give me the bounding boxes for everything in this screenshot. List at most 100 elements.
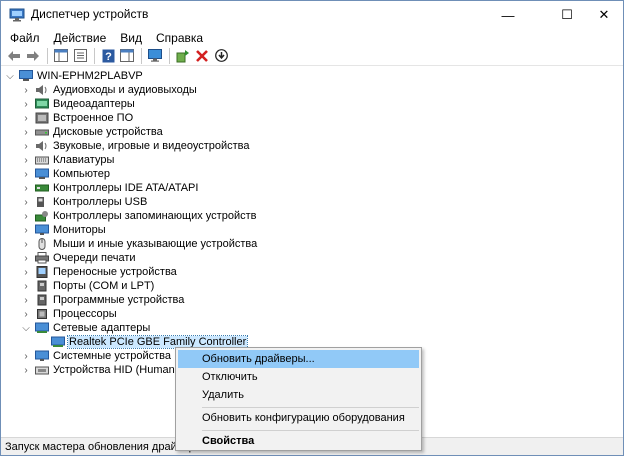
- tree-item-label: Переносные устройства: [53, 266, 177, 278]
- menu-separator: [202, 407, 419, 408]
- tree-item-audio-io[interactable]: › Аудиовходы и аудиовыходы: [21, 83, 198, 97]
- menu-item-disable[interactable]: Отключить: [178, 368, 419, 386]
- menu-view[interactable]: Вид: [113, 29, 149, 47]
- minimize-button[interactable]: —: [485, 1, 531, 29]
- menu-separator: [202, 430, 419, 431]
- tree-item-sound[interactable]: › Звуковые, игровые и видеоустройства: [21, 139, 251, 153]
- expand-chevron-icon[interactable]: ›: [21, 139, 31, 153]
- tree-item-network-adapters[interactable]: ⌵ Сетевые адаптеры: [21, 321, 151, 335]
- expand-chevron-icon[interactable]: ›: [21, 111, 31, 125]
- menu-help[interactable]: Справка: [149, 29, 210, 47]
- monitor-icon: [35, 224, 49, 236]
- tree-item-mice[interactable]: › Мыши и иные указывающие устройства: [21, 237, 258, 251]
- tree-item-label: Аудиовходы и аудиовыходы: [53, 84, 197, 96]
- tree-item-disk-drives[interactable]: › Дисковые устройства: [21, 125, 164, 139]
- mouse-icon: [35, 238, 49, 250]
- toolbar-separator: [47, 47, 48, 64]
- display-adapter-icon: [35, 98, 49, 110]
- forward-arrow-icon[interactable]: [24, 47, 42, 65]
- keyboard-icon: [35, 154, 49, 166]
- menu-action[interactable]: Действие: [47, 29, 114, 47]
- tree-item-processors[interactable]: › Процессоры: [21, 307, 118, 321]
- tree-item-label: Мыши и иные указывающие устройства: [53, 238, 258, 250]
- device-manager-icon: [9, 8, 25, 22]
- tree-item-computer[interactable]: › Компьютер: [21, 167, 111, 181]
- hid-icon: [35, 364, 49, 376]
- tree-item-label: Дисковые устройства: [53, 126, 163, 138]
- tree-item-print-queues[interactable]: › Очереди печати: [21, 251, 137, 265]
- add-driver-icon[interactable]: [174, 47, 192, 65]
- expand-chevron-icon[interactable]: ›: [21, 265, 31, 279]
- tree-item-system-devices[interactable]: › Системные устройства: [21, 349, 172, 363]
- context-menu: Обновить драйверы... Отключить Удалить О…: [175, 347, 422, 451]
- tree-item-firmware[interactable]: › Встроенное ПО: [21, 111, 134, 125]
- expand-chevron-icon[interactable]: ›: [21, 125, 31, 139]
- tree-item-label: Контроллеры USB: [53, 196, 148, 208]
- expand-chevron-icon[interactable]: ›: [21, 251, 31, 265]
- tree-root[interactable]: ⌵ WIN-EPHM2PLABVP: [5, 69, 144, 83]
- tree-item-usb-controllers[interactable]: › Контроллеры USB: [21, 195, 148, 209]
- remove-device-icon[interactable]: [193, 47, 211, 65]
- ide-controller-icon: [35, 182, 49, 194]
- monitor-scan-icon[interactable]: [146, 47, 164, 65]
- menu-item-properties[interactable]: Свойства: [178, 432, 419, 450]
- tree-item-label: Компьютер: [53, 168, 110, 180]
- tree-item-monitors[interactable]: › Мониторы: [21, 223, 107, 237]
- disk-drive-icon: [35, 126, 49, 138]
- tree-item-ports[interactable]: › Порты (COM и LPT): [21, 279, 155, 293]
- menu-bar: Файл Действие Вид Справка: [1, 29, 623, 47]
- software-device-icon: [35, 294, 49, 306]
- title-bar[interactable]: Диспетчер устройств — ☐ ✕: [1, 1, 623, 29]
- tree-item-keyboards[interactable]: › Клавиатуры: [21, 153, 115, 167]
- tree-item-label: Сетевые адаптеры: [53, 322, 151, 334]
- expand-chevron-icon[interactable]: ›: [21, 307, 31, 321]
- portable-device-icon: [35, 266, 49, 278]
- expand-chevron-icon[interactable]: ›: [21, 181, 31, 195]
- expand-chevron-icon[interactable]: ›: [21, 97, 31, 111]
- expand-chevron-icon[interactable]: ›: [21, 279, 31, 293]
- expand-chevron-icon[interactable]: ›: [21, 237, 31, 251]
- expand-chevron-icon[interactable]: ›: [21, 83, 31, 97]
- tree-item-label: Программные устройства: [53, 294, 185, 306]
- toolbar: ?: [1, 46, 623, 66]
- tree-item-hid[interactable]: › Устройства HID (Human Inte: [21, 363, 197, 377]
- tree-item-label: Порты (COM и LPT): [53, 280, 155, 292]
- expand-chevron-icon[interactable]: ›: [21, 195, 31, 209]
- processor-icon: [35, 308, 49, 320]
- speaker-icon: [35, 84, 49, 96]
- expand-chevron-icon[interactable]: ›: [21, 223, 31, 237]
- tree-item-portable-devices[interactable]: › Переносные устройства: [21, 265, 178, 279]
- expand-chevron-icon[interactable]: ›: [21, 167, 31, 181]
- back-arrow-icon[interactable]: [5, 47, 23, 65]
- network-card-icon: [51, 336, 65, 348]
- menu-file[interactable]: Файл: [1, 29, 47, 47]
- tree-item-storage-controllers[interactable]: › Контроллеры запоминающих устройств: [21, 209, 257, 223]
- console-tree-icon[interactable]: [52, 47, 70, 65]
- collapse-chevron-icon[interactable]: ⌵: [21, 321, 31, 335]
- tree-item-display-adapters[interactable]: › Видеоадаптеры: [21, 97, 136, 111]
- close-button[interactable]: ✕: [581, 1, 624, 29]
- update-driver-icon[interactable]: [212, 47, 230, 65]
- expand-chevron-icon[interactable]: ›: [21, 293, 31, 307]
- tree-item-ide-controllers[interactable]: › Контроллеры IDE ATA/ATAPI: [21, 181, 199, 195]
- tree-item-label: Клавиатуры: [53, 154, 115, 166]
- expand-chevron-icon[interactable]: ›: [21, 363, 31, 377]
- tree-item-software-devices[interactable]: › Программные устройства: [21, 293, 185, 307]
- expand-chevron-icon[interactable]: ›: [21, 209, 31, 223]
- menu-item-delete[interactable]: Удалить: [178, 386, 419, 404]
- help-icon[interactable]: ?: [99, 47, 117, 65]
- properties-icon[interactable]: [71, 47, 89, 65]
- collapse-chevron-icon[interactable]: ⌵: [5, 69, 15, 83]
- menu-item-update-drivers[interactable]: Обновить драйверы...: [178, 350, 419, 368]
- expand-chevron-icon[interactable]: ›: [21, 153, 31, 167]
- computer-icon: [19, 70, 33, 82]
- port-icon: [35, 280, 49, 292]
- usb-icon: [35, 196, 49, 208]
- menu-item-scan-hardware[interactable]: Обновить конфигурацию оборудования: [178, 409, 419, 427]
- expand-chevron-icon[interactable]: ›: [21, 349, 31, 363]
- tree-item-label: Встроенное ПО: [53, 112, 134, 124]
- firmware-icon: [35, 112, 49, 124]
- action-pane-icon[interactable]: [118, 47, 136, 65]
- tree-item-label: Звуковые, игровые и видеоустройства: [53, 140, 250, 152]
- computer-icon: [35, 168, 49, 180]
